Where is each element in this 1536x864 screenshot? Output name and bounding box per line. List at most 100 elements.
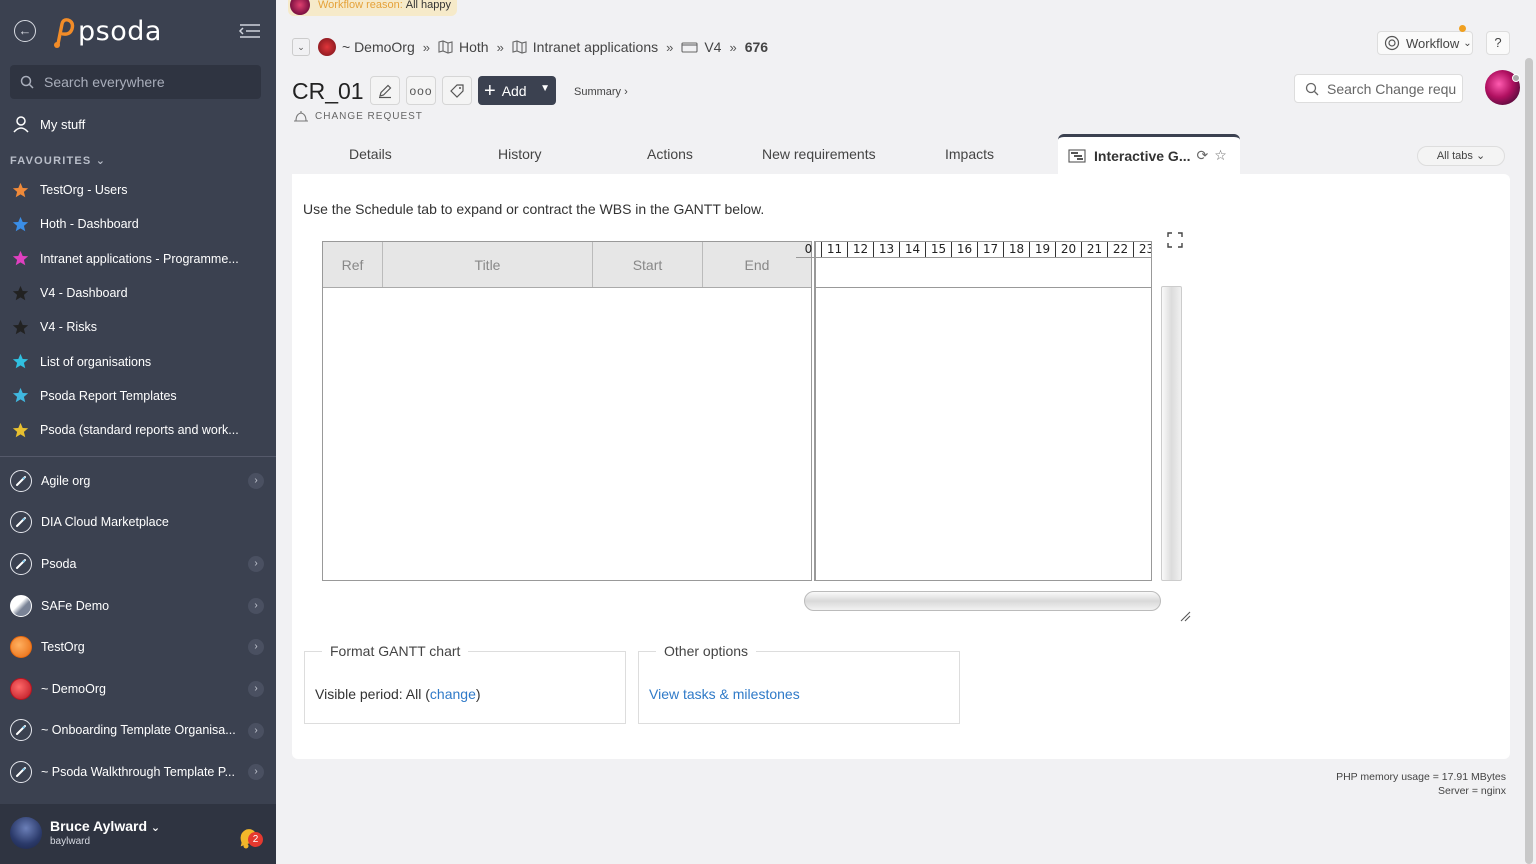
favourite-item[interactable]: Psoda (standard reports and work... bbox=[0, 413, 276, 447]
breadcrumb-separator: » bbox=[729, 39, 737, 55]
organisation-item[interactable]: Psoda › bbox=[0, 543, 276, 585]
gantt-horizontal-scrollbar[interactable] bbox=[804, 591, 1161, 611]
breadcrumb-toggle-icon[interactable]: ⌄ bbox=[292, 38, 310, 56]
gantt-day-cell: 13 bbox=[874, 242, 900, 257]
chevron-right-icon[interactable]: › bbox=[248, 764, 264, 781]
my-stuff-link[interactable]: My stuff bbox=[12, 115, 85, 133]
map-icon bbox=[512, 40, 527, 54]
tag-button[interactable] bbox=[442, 76, 472, 105]
chevron-right-icon[interactable]: › bbox=[248, 597, 264, 614]
help-button[interactable]: ? bbox=[1486, 31, 1510, 55]
memory-usage: PHP memory usage = 17.91 MBytes bbox=[1336, 771, 1506, 783]
breadcrumb-item-demoorg[interactable]: ~ DemoOrg bbox=[342, 39, 415, 55]
record-search-input[interactable] bbox=[1327, 80, 1457, 97]
workflow-reason-pill[interactable]: Workflow reason: All happy bbox=[288, 0, 458, 16]
favourite-item[interactable]: Intranet applications - Programme... bbox=[0, 242, 276, 276]
visible-period-close: ) bbox=[475, 686, 481, 702]
chevron-right-icon[interactable]: › bbox=[248, 639, 264, 656]
status-avatar bbox=[290, 0, 310, 15]
demoorg-logo-icon bbox=[318, 38, 336, 56]
page-scrollbar[interactable] bbox=[1525, 58, 1533, 864]
favourites-list: TestOrg - Users Hoth - Dashboard Intranet … bbox=[0, 173, 276, 447]
organisation-item[interactable]: Agile org › bbox=[0, 460, 276, 502]
organisation-label: SAFe Demo bbox=[41, 598, 110, 613]
add-button[interactable]: + Add ▼ bbox=[478, 76, 556, 105]
notification-count-badge: 2 bbox=[248, 832, 263, 847]
favourite-item[interactable]: Hoth - Dashboard bbox=[0, 207, 276, 241]
organisation-label: ~ Onboarding Template Organisa... bbox=[41, 723, 236, 738]
view-tasks-milestones-link[interactable]: View tasks & milestones bbox=[649, 686, 800, 702]
gantt-vertical-scrollbar[interactable] bbox=[1161, 286, 1182, 581]
chevron-down-icon: ⌄ bbox=[1463, 37, 1472, 49]
organisation-item[interactable]: ~ Psoda Walkthrough Template P... › bbox=[0, 751, 276, 793]
star-outline-icon[interactable]: ☆ bbox=[1214, 147, 1227, 164]
breadcrumb-item-hoth[interactable]: Hoth bbox=[459, 39, 489, 55]
organisation-item[interactable]: TestOrg › bbox=[0, 626, 276, 668]
visible-period: Visible period: All (change) bbox=[315, 686, 481, 702]
chevron-right-icon[interactable]: › bbox=[248, 556, 264, 573]
gantt-day-cell: 14 bbox=[900, 242, 926, 257]
collapse-menu-icon[interactable] bbox=[238, 22, 262, 40]
organisation-item[interactable]: SAFe Demo › bbox=[0, 585, 276, 627]
star-icon bbox=[12, 285, 29, 300]
favourite-item[interactable]: Psoda Report Templates bbox=[0, 379, 276, 413]
sidebar: ← psoda My stuff FAVOURITES bbox=[0, 0, 276, 864]
tab-new-requirements[interactable]: New requirements bbox=[762, 146, 876, 162]
resize-handle-icon[interactable] bbox=[1179, 610, 1191, 622]
column-end[interactable]: End bbox=[703, 242, 811, 287]
column-start[interactable]: Start bbox=[593, 242, 703, 287]
page-footer: PHP memory usage = 17.91 MBytes Server =… bbox=[1336, 770, 1506, 798]
gantt-instructions: Use the Schedule tab to expand or contra… bbox=[303, 201, 765, 217]
favourite-item[interactable]: V4 - Dashboard bbox=[0, 276, 276, 310]
add-button-label: Add bbox=[501, 82, 527, 99]
tab-history[interactable]: History bbox=[498, 146, 542, 162]
user-panel[interactable]: Bruce Aylward ⌄ baylward bbox=[0, 804, 276, 864]
format-gantt-fieldset: Format GANTT chart Visible period: All (… bbox=[304, 643, 626, 724]
column-ref[interactable]: Ref bbox=[323, 242, 383, 287]
more-options-button[interactable]: ooo bbox=[406, 76, 436, 105]
refresh-icon[interactable]: ⟳ bbox=[1196, 147, 1208, 164]
gantt-day-cell: 16 bbox=[952, 242, 978, 257]
record-avatar[interactable] bbox=[1485, 70, 1520, 105]
tab-actions[interactable]: Actions bbox=[647, 146, 693, 162]
chevron-right-icon[interactable]: › bbox=[248, 722, 264, 739]
gantt-day-cell: 19 bbox=[1030, 242, 1056, 257]
favourite-item[interactable]: TestOrg - Users bbox=[0, 173, 276, 207]
chevron-right-icon[interactable]: › bbox=[248, 680, 264, 697]
gantt-day-cell: 18 bbox=[1004, 242, 1030, 257]
favourite-label: Psoda (standard reports and work... bbox=[40, 423, 239, 438]
column-title[interactable]: Title bbox=[383, 242, 593, 287]
compass-icon bbox=[10, 469, 32, 492]
gantt-day-cell: 23 bbox=[1134, 242, 1151, 257]
breadcrumb-item-v4[interactable]: V4 bbox=[704, 39, 721, 55]
all-tabs-dropdown[interactable]: All tabs ⌄ bbox=[1417, 146, 1505, 166]
gantt-icon bbox=[1068, 148, 1086, 163]
organisation-item[interactable]: ~ Onboarding Template Organisa... › bbox=[0, 710, 276, 752]
user-avatar[interactable] bbox=[10, 817, 42, 849]
edit-button[interactable] bbox=[370, 76, 400, 105]
fullscreen-icon[interactable] bbox=[1167, 232, 1183, 248]
chevron-right-icon[interactable]: › bbox=[248, 473, 264, 489]
breadcrumb-item-intranet[interactable]: Intranet applications bbox=[533, 39, 658, 55]
tab-impacts[interactable]: Impacts bbox=[945, 146, 994, 162]
favourite-item[interactable]: List of organisations bbox=[0, 344, 276, 378]
change-period-link[interactable]: change bbox=[430, 686, 476, 702]
organisation-item[interactable]: DIA Cloud Marketplace bbox=[0, 502, 276, 544]
workflow-button[interactable]: Workflow ⌄ bbox=[1377, 25, 1473, 55]
record-search[interactable] bbox=[1294, 74, 1463, 103]
tab-details[interactable]: Details bbox=[349, 146, 392, 162]
sidebar-header: ← psoda bbox=[0, 0, 276, 62]
psoda-logo[interactable]: psoda bbox=[50, 14, 162, 48]
tab-interactive-gantt[interactable]: Interactive G... ⟳ ☆ bbox=[1058, 134, 1240, 174]
summary-link[interactable]: Summary › bbox=[574, 86, 628, 98]
chevron-down-icon: ⌄ bbox=[95, 155, 107, 167]
gantt-day-cell: 20 bbox=[1056, 242, 1082, 257]
global-search[interactable] bbox=[10, 65, 261, 99]
favourites-heading[interactable]: FAVOURITES ⌄ bbox=[10, 154, 106, 167]
global-search-input[interactable] bbox=[44, 74, 244, 90]
back-icon[interactable]: ← bbox=[14, 20, 36, 42]
compass-icon bbox=[10, 760, 32, 783]
organisation-item[interactable]: ~ DemoOrg › bbox=[0, 668, 276, 710]
favourite-item[interactable]: V4 - Risks bbox=[0, 310, 276, 344]
user-name[interactable]: Bruce Aylward ⌄ bbox=[50, 818, 160, 834]
